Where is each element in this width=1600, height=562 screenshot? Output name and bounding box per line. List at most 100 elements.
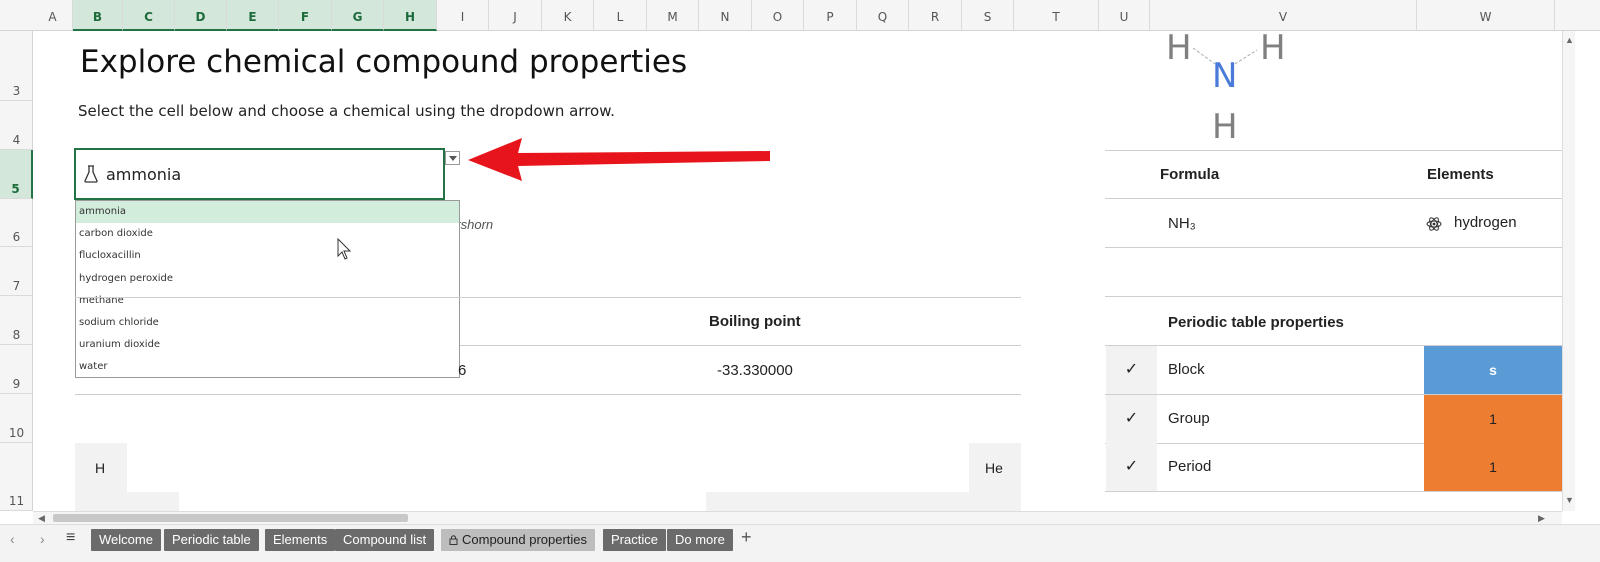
column-header[interactable]: L <box>594 0 647 31</box>
property-value: s <box>1424 346 1562 394</box>
horizontal-scroll-thumb[interactable] <box>53 514 408 522</box>
row-number: 11 <box>8 494 25 508</box>
column-header[interactable]: C <box>123 0 175 31</box>
add-sheet-button[interactable]: + <box>741 527 752 548</box>
periodic-cell-empty <box>706 492 1021 511</box>
sheet-tab[interactable]: Compound list <box>335 529 435 551</box>
sheet-tab-label: Compound list <box>343 532 427 547</box>
scroll-down-icon[interactable]: ▼ <box>1565 495 1574 505</box>
row-number: 9 <box>12 377 21 391</box>
dropdown-option[interactable]: methane <box>76 290 459 312</box>
column-header[interactable]: H <box>384 0 437 31</box>
column-header[interactable]: S <box>962 0 1014 31</box>
property-label: Period <box>1168 458 1212 475</box>
dropdown-option[interactable]: hydrogen peroxide <box>76 268 459 290</box>
element-linked-value[interactable]: hydrogen <box>1454 214 1517 231</box>
chemical-dropdown-list[interactable]: ammonia carbon dioxide flucloxacillin hydro… <box>75 200 460 378</box>
column-header[interactable]: K <box>542 0 594 31</box>
row-header[interactable]: 7 <box>0 247 33 296</box>
atom-icon <box>1426 217 1442 231</box>
source-credit-partial: tshorn <box>457 217 494 232</box>
table-divider <box>460 345 1021 346</box>
column-header[interactable]: T <box>1014 0 1099 31</box>
dropdown-option[interactable]: water <box>76 356 459 378</box>
partial-value: 6 <box>458 362 467 379</box>
lock-icon <box>449 535 458 545</box>
column-header[interactable]: I <box>437 0 489 31</box>
flask-icon <box>84 165 98 183</box>
chemical-selector-cell[interactable]: ammonia <box>74 148 445 200</box>
column-header[interactable]: A <box>33 0 73 31</box>
column-header[interactable]: G <box>332 0 384 31</box>
instruction-text: Select the cell below and choose a chemi… <box>78 102 615 120</box>
property-value: 1 <box>1424 395 1562 443</box>
prev-sheet-icon[interactable]: ‹ <box>10 531 15 547</box>
row-header[interactable]: 9 <box>0 345 33 394</box>
row-header[interactable]: 11 <box>0 443 33 511</box>
sheet-tab-bar: ‹ › ≡ Welcome Periodic table Elements Compo… <box>0 524 1600 562</box>
atom-h-left: H <box>1166 28 1192 68</box>
table-divider <box>75 394 1021 395</box>
mouse-cursor-icon <box>337 238 352 260</box>
row-number: 8 <box>12 328 21 342</box>
dropdown-option[interactable]: carbon dioxide <box>76 223 459 245</box>
table-divider <box>1105 150 1562 151</box>
red-pointer-arrow <box>468 138 770 181</box>
scroll-right-icon[interactable]: ▶ <box>1538 513 1545 524</box>
vertical-scrollbar[interactable]: ▲ ▼ <box>1562 31 1575 511</box>
sheet-tab[interactable]: Do more <box>667 529 733 551</box>
column-header[interactable]: V <box>1150 0 1417 31</box>
next-sheet-icon[interactable]: › <box>40 531 45 547</box>
table-divider <box>1105 491 1562 492</box>
table-divider <box>75 297 1021 298</box>
dropdown-toggle-button[interactable] <box>445 151 460 165</box>
row-header[interactable]: 6 <box>0 199 33 247</box>
atom-h-right: H <box>1260 28 1286 68</box>
table-divider <box>1105 247 1562 248</box>
sheet-tab[interactable]: Compound properties <box>441 529 596 551</box>
column-header[interactable]: N <box>699 0 752 31</box>
formula-header: Formula <box>1160 166 1220 183</box>
page-title: Explore chemical compound properties <box>80 44 688 80</box>
row-header[interactable]: 5 <box>0 150 33 199</box>
column-header[interactable]: R <box>909 0 962 31</box>
dropdown-option[interactable]: ammonia <box>76 201 459 224</box>
atom-h-bottom: H <box>1212 107 1238 147</box>
sheet-tab[interactable]: Practice <box>603 529 666 551</box>
scroll-up-icon[interactable]: ▲ <box>1565 35 1574 45</box>
table-divider <box>1105 296 1562 297</box>
all-sheets-menu-icon[interactable]: ≡ <box>66 529 75 547</box>
column-header[interactable]: U <box>1099 0 1150 31</box>
column-header[interactable]: M <box>647 0 699 31</box>
sheet-tab-label: Elements <box>273 532 328 547</box>
sheet-tab[interactable]: Welcome <box>91 529 161 551</box>
sheet-tab-label: Welcome <box>99 532 153 547</box>
periodic-properties-header: Periodic table properties <box>1168 314 1344 331</box>
row-number: 4 <box>12 133 21 147</box>
column-header[interactable]: P <box>804 0 857 31</box>
column-header[interactable]: B <box>73 0 123 31</box>
column-header[interactable]: D <box>175 0 227 31</box>
row-header[interactable]: 4 <box>0 101 33 150</box>
dropdown-option[interactable]: flucloxacillin <box>76 245 459 267</box>
row-header[interactable]: 8 <box>0 296 33 345</box>
scroll-left-icon[interactable]: ◀ <box>38 513 45 524</box>
sheet-tab[interactable]: Periodic table <box>164 529 259 551</box>
column-header[interactable]: J <box>489 0 542 31</box>
dropdown-option[interactable]: sodium chloride <box>76 312 459 334</box>
row-header[interactable]: 10 <box>0 394 33 443</box>
column-header[interactable]: O <box>752 0 804 31</box>
column-header[interactable]: W <box>1417 0 1555 31</box>
sheet-tab[interactable]: Elements <box>265 529 336 551</box>
column-header[interactable]: Q <box>857 0 909 31</box>
row-number: 7 <box>12 279 21 293</box>
atom-n: N <box>1212 56 1238 96</box>
property-label: Group <box>1168 410 1210 427</box>
row-header[interactable]: 3 <box>0 31 33 101</box>
horizontal-scrollbar[interactable]: ◀ ▶ <box>33 511 1562 524</box>
column-header-row: ABCDEFGHIJKLMNOPQRSTUVW <box>0 0 1600 31</box>
column-header[interactable]: E <box>227 0 279 31</box>
row-number: 3 <box>12 84 21 98</box>
dropdown-option[interactable]: uranium dioxide <box>76 334 459 356</box>
column-header[interactable]: F <box>279 0 332 31</box>
